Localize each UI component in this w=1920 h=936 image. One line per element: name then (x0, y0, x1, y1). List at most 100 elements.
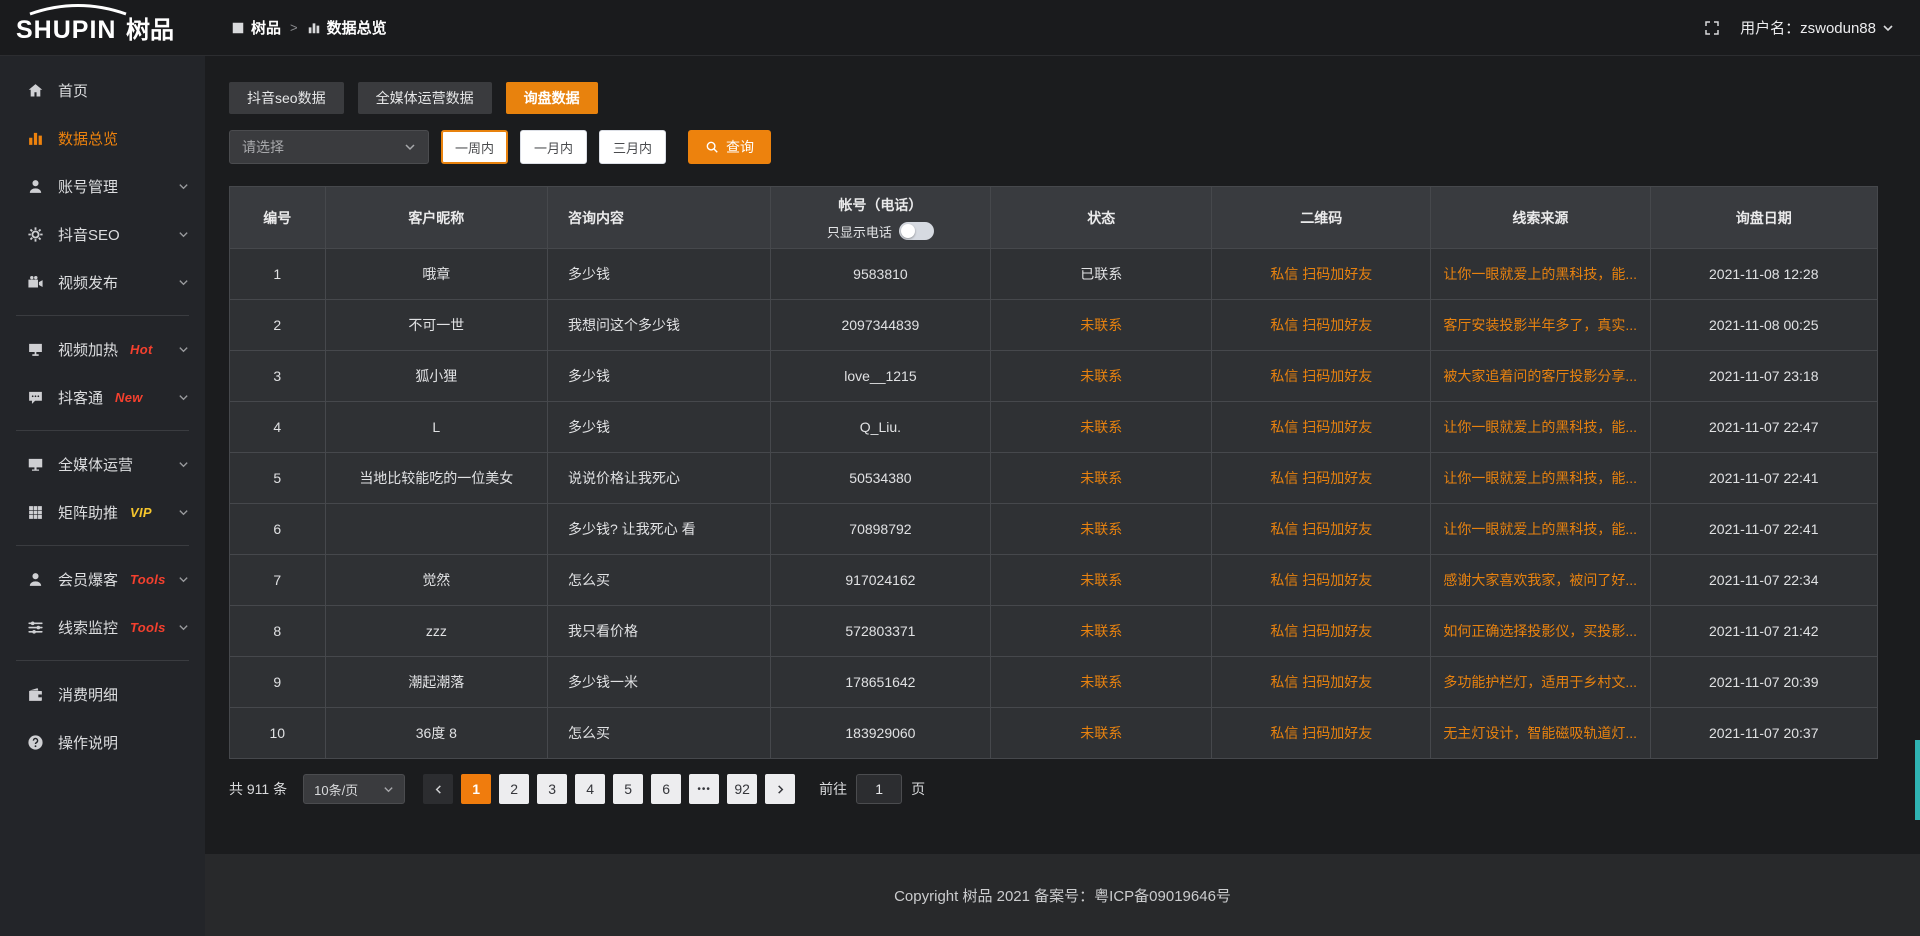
col-header-status: 状态 (991, 187, 1212, 249)
cell-qr-link[interactable]: 私信 扫码加好友 (1212, 300, 1431, 351)
cell-content: 说说价格让我死心 (548, 453, 770, 504)
search-button[interactable]: 查询 (688, 130, 771, 164)
cell-source-link[interactable]: 让你一眼就爱上的黑科技，能... (1431, 504, 1650, 555)
sidebar-item-douyin-seo[interactable]: 抖音SEO (0, 210, 205, 258)
range-month-button[interactable]: 一月内 (520, 130, 587, 164)
brand-logo: SHUPIN 树品 (0, 3, 205, 52)
sidebar-item-home[interactable]: 首页 (0, 66, 205, 114)
cell-no: 1 (230, 249, 326, 300)
next-page-button[interactable] (765, 774, 795, 804)
breadcrumb-root[interactable]: 树品 (231, 17, 281, 38)
goto-page-input[interactable] (856, 774, 902, 804)
cell-source-link[interactable]: 感谢大家喜欢我家，被问了好... (1431, 555, 1650, 606)
sidebar-item-data-overview[interactable]: 数据总览 (0, 114, 205, 162)
cell-no: 6 (230, 504, 326, 555)
cell-qr-link[interactable]: 私信 扫码加好友 (1212, 555, 1431, 606)
cell-status: 未联系 (991, 453, 1212, 504)
new-badge: New (115, 390, 143, 405)
sidebar-item-label: 账号管理 (58, 176, 118, 197)
cell-status: 未联系 (991, 402, 1212, 453)
cell-source-link[interactable]: 让你一眼就爱上的黑科技，能... (1431, 249, 1650, 300)
home-icon (26, 81, 44, 99)
more-pages-button[interactable]: ••• (689, 774, 719, 804)
sidebar-divider (16, 660, 189, 661)
cell-qr-link[interactable]: 私信 扫码加好友 (1212, 351, 1431, 402)
cell-qr-link[interactable]: 私信 扫码加好友 (1212, 504, 1431, 555)
chevron-left-icon (433, 784, 444, 795)
cell-source-link[interactable]: 让你一眼就爱上的黑科技，能... (1431, 402, 1650, 453)
user-menu[interactable]: 用户名：zswodun88 (1740, 17, 1894, 38)
fullscreen-icon[interactable] (1704, 20, 1720, 36)
cell-date: 2021-11-07 22:34 (1650, 555, 1877, 606)
sidebar-item-matrix-boost[interactable]: 矩阵助推 VIP (0, 488, 205, 536)
range-week-button[interactable]: 一周内 (441, 130, 508, 164)
sidebar-item-member-baoke[interactable]: 会员爆客 Tools (0, 555, 205, 603)
breadcrumb-current[interactable]: 数据总览 (307, 17, 387, 38)
toggle-knob (901, 224, 915, 238)
page-button-2[interactable]: 2 (499, 774, 529, 804)
cell-date: 2021-11-08 00:25 (1650, 300, 1877, 351)
filter-select[interactable]: 请选择 (229, 130, 429, 164)
page-button-5[interactable]: 5 (613, 774, 643, 804)
cell-source-link[interactable]: 多功能护栏灯，适用于乡村文... (1431, 657, 1650, 708)
page-button-1[interactable]: 1 (461, 774, 491, 804)
sidebar-item-label: 线索监控 (58, 617, 118, 638)
cell-account: Q_Liu. (770, 402, 991, 453)
cell-qr-link[interactable]: 私信 扫码加好友 (1212, 402, 1431, 453)
page-button-92[interactable]: 92 (727, 774, 757, 804)
wallet-icon (26, 685, 44, 703)
cell-qr-link[interactable]: 私信 扫码加好友 (1212, 657, 1431, 708)
sidebar-item-label: 矩阵助推 (58, 502, 118, 523)
phone-only-toggle[interactable] (899, 222, 934, 240)
cell-date: 2021-11-07 20:39 (1650, 657, 1877, 708)
cell-qr-link[interactable]: 私信 扫码加好友 (1212, 606, 1431, 657)
page-button-4[interactable]: 4 (575, 774, 605, 804)
cell-nickname: 哦章 (325, 249, 547, 300)
cell-source-link[interactable]: 客厅安装投影半年多了，真实... (1431, 300, 1650, 351)
cell-qr-link[interactable]: 私信 扫码加好友 (1212, 708, 1431, 759)
cell-account: 2097344839 (770, 300, 991, 351)
question-circle-icon (26, 733, 44, 751)
page-size-select[interactable]: 10条/页 (303, 774, 405, 804)
cell-qr-link[interactable]: 私信 扫码加好友 (1212, 249, 1431, 300)
cell-date: 2021-11-07 21:42 (1650, 606, 1877, 657)
cell-source-link[interactable]: 被大家追着问的客厅投影分享... (1431, 351, 1650, 402)
sidebar-item-video-heat[interactable]: 视频加热 Hot (0, 325, 205, 373)
cell-source-link[interactable]: 让你一眼就爱上的黑科技，能... (1431, 453, 1650, 504)
sidebar-item-video-publish[interactable]: 视频发布 (0, 258, 205, 306)
col-header-source: 线索来源 (1431, 187, 1650, 249)
sidebar-item-consumption-detail[interactable]: 消费明细 (0, 670, 205, 718)
prev-page-button[interactable] (423, 774, 453, 804)
sidebar-item-media-operation[interactable]: 全媒体运营 (0, 440, 205, 488)
brand-name-en: SHUPIN (16, 16, 116, 44)
cell-nickname: zzz (325, 606, 547, 657)
cell-qr-link[interactable]: 私信 扫码加好友 (1212, 453, 1431, 504)
tab-media-operation-data[interactable]: 全媒体运营数据 (358, 82, 492, 114)
cell-status: 未联系 (991, 657, 1212, 708)
cell-date: 2021-11-07 22:41 (1650, 453, 1877, 504)
scrollbar-thumb[interactable] (1915, 740, 1920, 820)
sidebar-item-lead-monitor[interactable]: 线索监控 Tools (0, 603, 205, 651)
table-row: 3 狐小狸 多少钱 love__1215 未联系 私信 扫码加好友 被大家追着问… (230, 351, 1878, 402)
cell-content: 怎么买 (548, 555, 770, 606)
sidebar-item-account-management[interactable]: 账号管理 (0, 162, 205, 210)
chevron-down-icon (178, 229, 189, 240)
sidebar-item-operation-guide[interactable]: 操作说明 (0, 718, 205, 766)
page-button-6[interactable]: 6 (651, 774, 681, 804)
cell-no: 7 (230, 555, 326, 606)
range-quarter-button[interactable]: 三月内 (599, 130, 666, 164)
cell-date: 2021-11-07 22:41 (1650, 504, 1877, 555)
page-button-3[interactable]: 3 (537, 774, 567, 804)
table-row: 5 当地比较能吃的一位美女 说说价格让我死心 50534380 未联系 私信 扫… (230, 453, 1878, 504)
chevron-down-icon (178, 574, 189, 585)
cell-content: 怎么买 (548, 708, 770, 759)
cell-account: 183929060 (770, 708, 991, 759)
copyright-text: Copyright 树品 2021 备案号：粤ICP备09019646号 (894, 885, 1231, 906)
cell-source-link[interactable]: 无主灯设计，智能磁吸轨道灯... (1431, 708, 1650, 759)
cell-source-link[interactable]: 如何正确选择投影仪，买投影... (1431, 606, 1650, 657)
cell-account: 50534380 (770, 453, 991, 504)
inquiry-table: 编号 客户昵称 咨询内容 帐号（电话） 只显示电话 状态 二维码 线索来源 (229, 186, 1878, 759)
tab-inquiry-data[interactable]: 询盘数据 (506, 82, 598, 114)
sidebar-item-doukotong[interactable]: 抖客通 New (0, 373, 205, 421)
tab-douyin-seo-data[interactable]: 抖音seo数据 (229, 82, 344, 114)
